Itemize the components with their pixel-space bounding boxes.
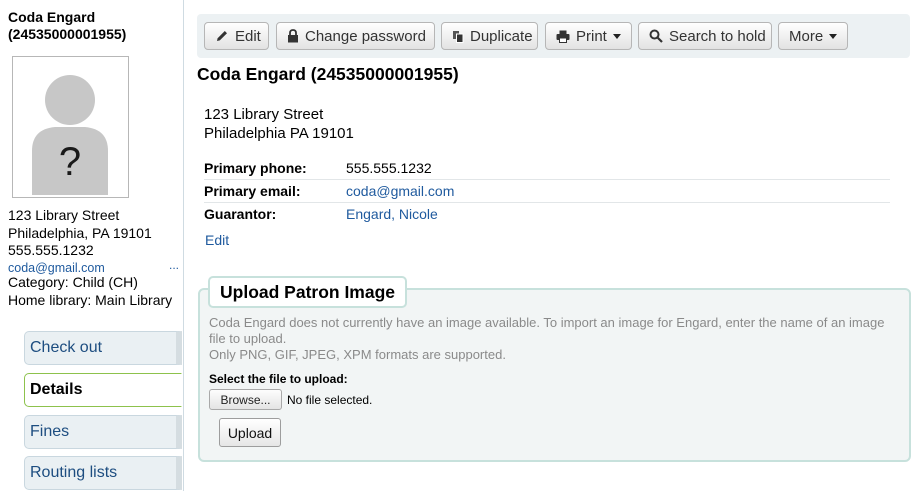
patron-toolbar: Edit Change password Duplicate Print Sea… [197, 14, 910, 58]
patron-name-text: Coda Engard [8, 9, 96, 25]
patron-sidebar: Coda Engard (24535000001955) ? 123 Libra… [0, 0, 184, 491]
upload-button[interactable]: Upload [219, 418, 281, 447]
patron-cardnumber: (24535000001955) [8, 26, 127, 42]
copy-icon [453, 30, 464, 43]
more-dropdown-button[interactable]: More [778, 22, 848, 50]
column-divider [183, 0, 184, 491]
detail-value: 555.555.1232 [346, 160, 432, 176]
avatar-silhouette-icon: ? [15, 59, 126, 195]
detail-label: Primary email: [204, 183, 301, 199]
detail-row-guarantor: Guarantor: Engard, Nicole [204, 203, 890, 226]
sidebar-item-check-out[interactable]: Check out [24, 331, 182, 365]
file-select-label: Select the file to upload: [209, 372, 348, 386]
change-password-button[interactable]: Change password [276, 22, 435, 50]
email-link[interactable]: coda@gmail.com [346, 183, 454, 199]
patron-photo-placeholder: ? [12, 56, 129, 198]
detail-row-email: Primary email: coda@gmail.com [204, 180, 890, 203]
sidebar-more-dots[interactable]: ... [169, 258, 179, 272]
edit-button-label: Edit [235, 27, 261, 45]
photo-question-mark: ? [59, 140, 81, 184]
browse-file-button[interactable]: Browse... [209, 389, 282, 410]
detail-row-phone: Primary phone: 555.555.1232 [204, 157, 890, 180]
page-title: Coda Engard (24535000001955) [197, 64, 459, 84]
lock-icon [288, 29, 298, 43]
sidebar-address-line2: Philadelphia, PA 19101 [8, 225, 152, 241]
detail-label: Primary phone: [204, 160, 307, 176]
edit-details-link[interactable]: Edit [205, 232, 229, 248]
search-to-hold-button[interactable]: Search to hold [638, 22, 772, 50]
duplicate-button[interactable]: Duplicate [441, 22, 538, 50]
upload-help-line1: Coda Engard does not currently have an i… [209, 315, 885, 346]
search-icon [649, 29, 663, 43]
sidebar-item-fines[interactable]: Fines [24, 415, 182, 449]
no-file-selected-text: No file selected. [287, 393, 373, 407]
detail-label: Guarantor: [204, 206, 277, 222]
more-label: More [789, 27, 824, 45]
sidebar-phone: 555.555.1232 [8, 242, 94, 258]
duplicate-label: Duplicate [470, 27, 533, 45]
pencil-icon [217, 31, 227, 41]
caret-down-icon [612, 33, 621, 39]
address-line1: 123 Library Street [204, 106, 324, 123]
upload-help-line2: Only PNG, GIF, JPEG, XPM formats are sup… [209, 347, 506, 362]
sidebar-home-library: Home library: Main Library [8, 292, 173, 308]
sidebar-item-routing-lists[interactable]: Routing lists [24, 456, 182, 490]
caret-down-icon [829, 33, 838, 39]
printer-icon [556, 30, 570, 43]
upload-panel-legend: Upload Patron Image [208, 276, 408, 308]
print-label: Print [576, 27, 607, 45]
sidebar-category: Category: Child (CH) [8, 274, 138, 290]
edit-button[interactable]: Edit [204, 22, 269, 50]
print-dropdown-button[interactable]: Print [545, 22, 632, 50]
patron-name: Coda Engard (24535000001955) [8, 9, 126, 43]
sidebar-address-line1: 123 Library Street [8, 207, 120, 223]
search-to-hold-label: Search to hold [669, 27, 766, 45]
address-line2: Philadelphia PA 19101 [204, 125, 354, 142]
change-password-label: Change password [305, 27, 426, 45]
sidebar-item-details[interactable]: Details [24, 373, 182, 407]
guarantor-link[interactable]: Engard, Nicole [346, 206, 438, 222]
upload-help-text: Coda Engard does not currently have an i… [209, 315, 899, 363]
